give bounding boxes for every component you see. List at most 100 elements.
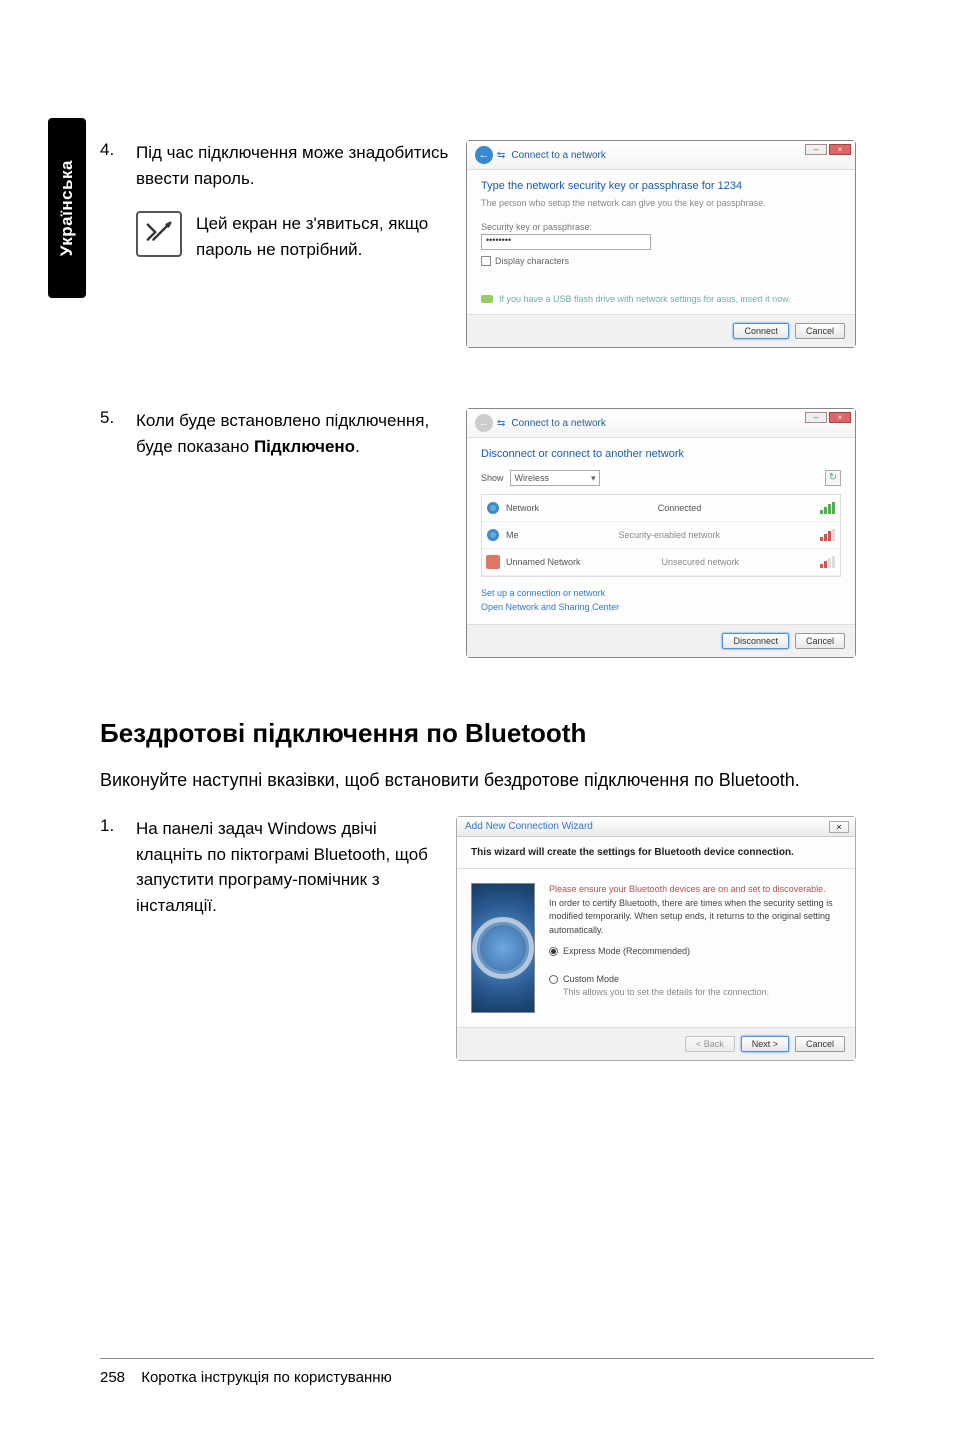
close-button[interactable]: × (829, 412, 851, 423)
custom-mode-label: Custom Mode (563, 973, 769, 987)
step-5-text-post: . (355, 437, 360, 456)
custom-mode-radio[interactable] (549, 975, 558, 984)
display-characters-row: Display characters (481, 256, 841, 266)
link-setup-connection[interactable]: Set up a connection or network (481, 587, 841, 601)
dialog-links: Set up a connection or network Open Netw… (481, 587, 841, 614)
dialog-heading: Disconnect or connect to another network (481, 448, 841, 460)
connect-dialog: – × ← ⇆ Connect to a network Type the ne… (466, 140, 856, 348)
note-block: Цей екран не з'явиться, якщо пароль не п… (136, 211, 456, 262)
bluetooth-heading: Бездротові підключення по Bluetooth (100, 718, 874, 749)
wizard-description: In order to certify Bluetooth, there are… (549, 897, 841, 938)
step-number: 5. (100, 408, 136, 428)
network-row-connected[interactable]: Network Connected (482, 495, 840, 522)
custom-mode-row[interactable]: Custom Mode This allows you to set the d… (549, 973, 841, 1000)
step-text-column: На панелі задач Windows двічі клацніть п… (136, 816, 446, 918)
refresh-button[interactable]: ↻ (825, 470, 841, 486)
custom-mode-desc: This allows you to set the details for t… (563, 986, 769, 1000)
network-name: Unnamed Network (506, 557, 581, 567)
screenshot-step4: – × ← ⇆ Connect to a network Type the ne… (466, 140, 856, 348)
usb-hint-text: If you have a USB flash drive with netwo… (499, 294, 791, 304)
step-text-column: Під час підключення може знадобитись вве… (136, 140, 456, 262)
network-list: Network Connected Me Security-enabled ne… (481, 494, 841, 577)
next-button[interactable]: Next > (741, 1036, 789, 1052)
step-1-text: На панелі задач Windows двічі клацніть п… (136, 819, 428, 915)
network-icon: ⇆ (497, 150, 505, 161)
link-open-sharing-center[interactable]: Open Network and Sharing Center (481, 601, 841, 615)
back-arrow-icon[interactable]: ← (475, 146, 493, 164)
page-footer: 258 Коротка інструкція по користуванню (100, 1358, 874, 1386)
wizard-image (471, 883, 535, 1013)
usb-icon (481, 295, 493, 303)
signal-bars-icon (820, 502, 836, 514)
bluetooth-graphic-icon (472, 917, 534, 979)
dialog-heading: Type the network security key or passphr… (481, 180, 841, 192)
wizard-body: Please ensure your Bluetooth devices are… (457, 869, 855, 1027)
dialog-body: Disconnect or connect to another network… (467, 438, 855, 624)
wizard-banner: This wizard will create the settings for… (457, 837, 855, 869)
express-mode-row[interactable]: Express Mode (Recommended) (549, 945, 841, 959)
connect-button[interactable]: Connect (733, 323, 789, 339)
signal-bars-icon (820, 529, 836, 541)
display-characters-checkbox[interactable] (481, 256, 491, 266)
screenshot-wizard: × Add New Connection Wizard This wizard … (456, 816, 856, 1061)
dialog-footer: Connect Cancel (467, 314, 855, 347)
express-mode-radio[interactable] (549, 947, 558, 956)
back-button[interactable]: < Back (685, 1036, 735, 1052)
window-controls: – × (805, 412, 851, 423)
network-status: Connected (658, 503, 702, 513)
passphrase-input[interactable]: •••••••• (481, 234, 651, 250)
dialog-title: Connect to a network (511, 418, 606, 429)
signal-bars-icon (820, 556, 836, 568)
language-label: Українська (57, 160, 77, 256)
dialog-titlebar: ← ⇆ Connect to a network (467, 141, 855, 170)
network-icon: ⇆ (497, 418, 505, 429)
show-dropdown[interactable]: Wireless (510, 470, 600, 486)
passphrase-label: Security key or passphrase: (481, 222, 841, 232)
close-button[interactable]: × (829, 821, 849, 833)
step-1-bluetooth: 1. На панелі задач Windows двічі клацніт… (100, 816, 874, 1061)
signal-icon (486, 528, 500, 542)
wizard-footer: < Back Next > Cancel (457, 1027, 855, 1060)
step-number: 1. (100, 816, 136, 836)
bluetooth-paragraph: Виконуйте наступні вказівки, щоб встанов… (100, 767, 874, 794)
network-name: Me (506, 530, 519, 540)
dialog-title: Connect to a network (511, 150, 606, 161)
cancel-button[interactable]: Cancel (795, 633, 845, 649)
show-row: Show Wireless ↻ (481, 470, 841, 486)
language-side-tab: Українська (48, 118, 86, 298)
shield-icon (486, 555, 500, 569)
back-arrow-icon[interactable]: ← (475, 414, 493, 432)
page-content: 4. Під час підключення може знадобитись … (100, 140, 874, 1121)
step-5: 5. Коли буде встановлено підключення, бу… (100, 408, 874, 658)
express-mode-label: Express Mode (Recommended) (563, 945, 690, 959)
close-button[interactable]: × (829, 144, 851, 155)
network-row-secured[interactable]: Me Security-enabled network (482, 522, 840, 549)
cancel-button[interactable]: Cancel (795, 1036, 845, 1052)
network-row-unsecured[interactable]: Unnamed Network Unsecured network (482, 549, 840, 576)
cancel-button[interactable]: Cancel (795, 323, 845, 339)
minimize-button[interactable]: – (805, 144, 827, 155)
dialog-titlebar: ← ⇆ Connect to a network (467, 409, 855, 438)
wizard-right-panel: Please ensure your Bluetooth devices are… (549, 883, 841, 1013)
show-label: Show (481, 473, 504, 483)
page-number: 258 (100, 1369, 125, 1386)
step-5-text-bold: Підключено (254, 437, 355, 456)
disconnect-button[interactable]: Disconnect (722, 633, 789, 649)
bluetooth-wizard: × Add New Connection Wizard This wizard … (456, 816, 856, 1061)
dialog-body: Type the network security key or passphr… (467, 170, 855, 314)
display-characters-label: Display characters (495, 256, 569, 266)
wizard-title: Add New Connection Wizard (457, 817, 855, 837)
minimize-button[interactable]: – (805, 412, 827, 423)
note-icon (136, 211, 182, 257)
network-list-dialog: – × ← ⇆ Connect to a network Disconnect … (466, 408, 856, 658)
note-text: Цей екран не з'явиться, якщо пароль не п… (196, 211, 456, 262)
signal-icon (486, 501, 500, 515)
network-name: Network (506, 503, 539, 513)
step-text-column: Коли буде встановлено підключення, буде … (136, 408, 456, 459)
window-controls: – × (805, 144, 851, 155)
step-number: 4. (100, 140, 136, 160)
network-status: Security-enabled network (618, 530, 720, 540)
dialog-footer: Disconnect Cancel (467, 624, 855, 657)
dialog-subtext: The person who setup the network can giv… (481, 198, 841, 208)
network-status: Unsecured network (661, 557, 739, 567)
